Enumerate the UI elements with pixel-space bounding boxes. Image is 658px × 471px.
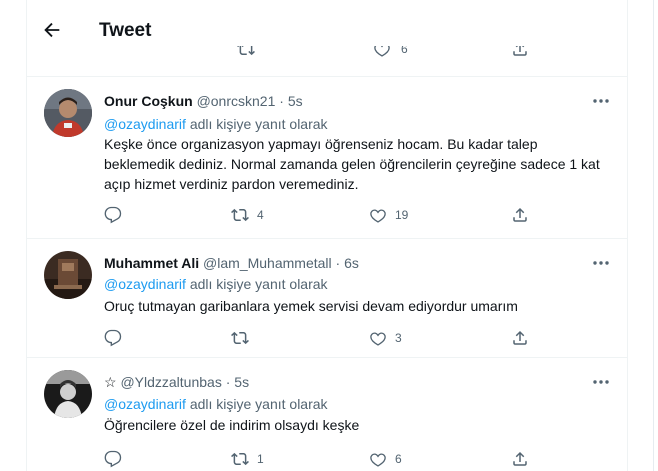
mention-link[interactable]: @ozaydinarif (104, 396, 186, 412)
page-edge (653, 0, 654, 471)
separator-dot: · (225, 374, 231, 390)
separator-dot: · (279, 93, 284, 109)
like-count: 6 (395, 452, 402, 466)
avatar[interactable] (44, 251, 92, 299)
retweet-button[interactable] (231, 328, 257, 348)
replying-to: @ozaydinarif adlı kişiye yanıt olarak (104, 276, 328, 292)
tweet[interactable]: ☆ @Yldzzaltunbas · 5s @ozaydinarif adlı … (27, 358, 627, 471)
like-button[interactable]: 19 (369, 205, 408, 225)
like-icon (370, 332, 386, 346)
timestamp[interactable]: 5s (234, 374, 249, 390)
mention-link[interactable]: @ozaydinarif (104, 116, 186, 132)
more-options-icon[interactable] (591, 375, 611, 389)
page-title: Tweet (99, 20, 152, 41)
retweet-icon (231, 452, 249, 466)
display-name[interactable]: ☆ (104, 374, 117, 390)
avatar[interactable] (44, 370, 92, 418)
tweet[interactable]: Onur Coşkun @onrcskn21 · 5s @ozaydinarif… (27, 77, 627, 238)
reply-label: adlı kişiye yanıt olarak (189, 116, 328, 132)
reply-button[interactable] (104, 449, 130, 469)
tweet-header: ☆ @Yldzzaltunbas · 5s (104, 374, 249, 391)
tweet-text: Öğrencilere özel de indirim olsaydı keşk… (104, 417, 360, 433)
display-name[interactable]: Muhammet Ali (104, 255, 199, 271)
user-handle[interactable]: @lam_Muhammetall (203, 255, 332, 271)
avatar[interactable] (44, 89, 92, 137)
reply-button[interactable] (104, 205, 130, 225)
separator-dot: · (335, 255, 341, 271)
replying-to: @ozaydinarif adlı kişiye yanıt olarak (104, 116, 328, 132)
share-button[interactable] (511, 449, 529, 469)
share-button[interactable] (511, 205, 529, 225)
like-button[interactable]: 3 (369, 328, 402, 348)
retweet-count: 1 (257, 452, 264, 466)
arrow-left-icon[interactable] (41, 19, 63, 41)
like-count: 19 (395, 208, 409, 222)
tweet-header: Muhammet Ali @lam_Muhammetall · 6s (104, 255, 359, 271)
timestamp[interactable]: 6s (344, 255, 359, 271)
more-options-icon[interactable] (591, 256, 611, 270)
retweet-icon[interactable] (237, 46, 255, 63)
retweet-button[interactable]: 1 (231, 449, 264, 469)
timeline-column: Tweet 6 Onur Coşkun @onrcskn21 · 5s @oza… (26, 0, 628, 471)
retweet-icon (231, 331, 249, 345)
reply-icon (104, 450, 122, 468)
tweet-text: Oruç tutmayan garibanlara yemek servisi … (104, 298, 518, 314)
tweet-text: Keşke önce organizasyon yapmayı öğrensen… (104, 136, 600, 192)
share-icon (513, 451, 527, 466)
replying-to: @ozaydinarif adlı kişiye yanıt olarak (104, 396, 328, 412)
like-button[interactable]: 6 (369, 449, 402, 469)
reply-icon (104, 329, 122, 347)
retweet-count: 4 (257, 208, 264, 222)
share-icon[interactable] (511, 46, 529, 63)
display-name[interactable]: Onur Coşkun (104, 93, 193, 109)
timestamp[interactable]: 5s (288, 93, 303, 109)
more-options-icon[interactable] (591, 94, 611, 108)
previous-tweet-actions: 6 (27, 46, 627, 64)
retweet-icon (231, 208, 249, 222)
user-handle[interactable]: @Yldzzaltunbas (120, 374, 221, 390)
like-count: 3 (395, 331, 402, 345)
reply-button[interactable] (104, 328, 130, 348)
like-icon[interactable] (373, 46, 391, 63)
tweet[interactable]: Muhammet Ali @lam_Muhammetall · 6s @ozay… (27, 239, 627, 357)
like-icon (370, 453, 386, 467)
reply-icon (104, 206, 122, 224)
retweet-button[interactable]: 4 (231, 205, 264, 225)
user-handle[interactable]: @onrcskn21 (197, 93, 276, 109)
share-icon (513, 207, 527, 222)
like-count: 6 (401, 46, 408, 56)
share-icon (513, 330, 527, 345)
mention-link[interactable]: @ozaydinarif (104, 276, 186, 292)
like-icon (370, 209, 386, 223)
reply-label: adlı kişiye yanıt olarak (189, 276, 328, 292)
reply-label: adlı kişiye yanıt olarak (189, 396, 328, 412)
share-button[interactable] (511, 328, 529, 348)
tweet-header: Onur Coşkun @onrcskn21 · 5s (104, 93, 303, 109)
